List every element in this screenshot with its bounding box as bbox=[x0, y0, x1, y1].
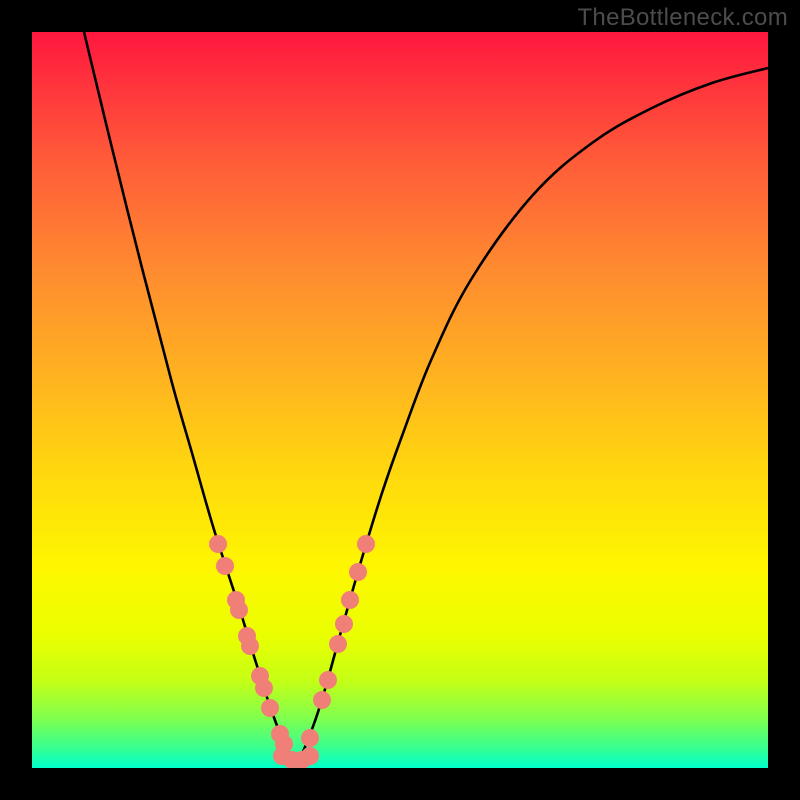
highlight-dot bbox=[301, 729, 319, 747]
watermark-text: TheBottleneck.com bbox=[577, 4, 788, 32]
highlight-dot bbox=[241, 637, 259, 655]
highlight-dot bbox=[349, 563, 367, 581]
highlight-dot bbox=[329, 635, 347, 653]
highlight-dot bbox=[313, 691, 331, 709]
bottleneck-curve bbox=[84, 32, 768, 761]
highlight-dot bbox=[255, 679, 273, 697]
highlight-dot bbox=[230, 601, 248, 619]
highlight-dot bbox=[319, 671, 337, 689]
highlight-dot bbox=[261, 699, 279, 717]
chart-svg bbox=[32, 32, 768, 768]
highlight-dot bbox=[301, 747, 319, 765]
highlight-dot bbox=[209, 535, 227, 553]
highlight-dot bbox=[216, 557, 234, 575]
highlight-dot bbox=[341, 591, 359, 609]
chart-frame: TheBottleneck.com bbox=[0, 0, 800, 800]
highlight-dots-group bbox=[209, 535, 375, 768]
plot-area bbox=[32, 32, 768, 768]
highlight-dot bbox=[335, 615, 353, 633]
highlight-dot bbox=[357, 535, 375, 553]
